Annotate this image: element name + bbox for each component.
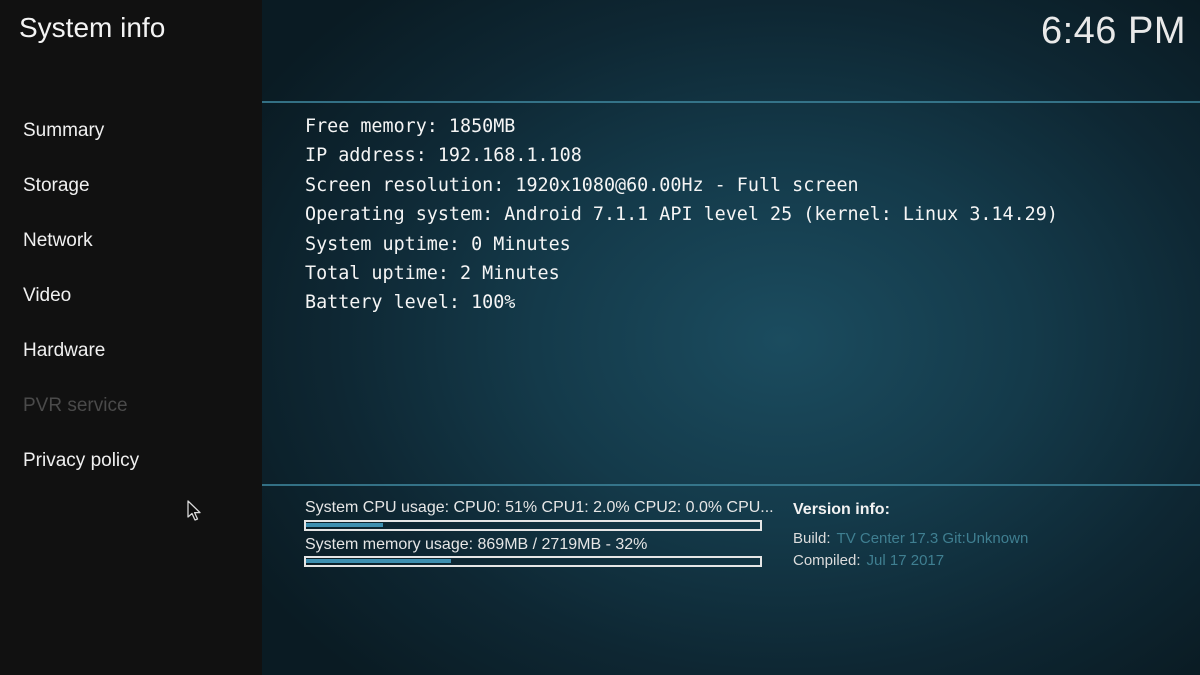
clock: 6:46 PM [1040,10,1186,52]
build-row: Build: TV Center 17.3 Git:Unknown [793,530,1028,547]
mouse-pointer-icon [187,500,201,521]
sidebar [0,0,262,675]
cpu-usage-label: System CPU usage: CPU0: 51% CPU1: 2.0% C… [305,499,774,516]
sidebar-item-pvr-service: PVR service [23,395,128,416]
build-label: Build: [793,530,831,547]
compiled-value: Jul 17 2017 [866,552,945,569]
memory-usage-label: System memory usage: 869MB / 2719MB - 32… [305,536,648,553]
sidebar-item-summary[interactable]: Summary [23,120,104,142]
sidebar-item-network[interactable]: Network [23,230,93,252]
sidebar-item-privacy-policy[interactable]: Privacy policy [23,450,139,472]
operating-system-line: Operating system: Android 7.1.1 API leve… [305,204,1058,226]
sidebar-item-video[interactable]: Video [23,285,71,307]
bottom-divider [262,484,1200,486]
sidebar-item-hardware[interactable]: Hardware [23,340,105,362]
summary-info-list: Free memory: 1850MB IP address: 192.168.… [305,112,1058,318]
memory-usage-bar-fill [306,559,452,563]
free-memory-line: Free memory: 1850MB [305,116,516,137]
top-divider [262,101,1200,103]
cpu-usage-bar [304,520,762,531]
page-title: System info [19,12,166,43]
screen-resolution-line: Screen resolution: 1920x1080@60.00Hz - F… [305,174,859,196]
system-uptime-line: System uptime: 0 Minutes [305,233,571,255]
compiled-label: Compiled: [793,552,861,569]
cpu-usage-bar-fill [306,523,384,527]
build-value: TV Center 17.3 Git:Unknown [836,530,1029,547]
sidebar-item-storage[interactable]: Storage [23,175,90,197]
memory-usage-bar [304,556,762,567]
battery-level-line: Battery level: 100% [305,292,516,314]
compiled-row: Compiled: Jul 17 2017 [793,552,944,569]
total-uptime-line: Total uptime: 2 Minutes [305,263,560,285]
version-info-title: Version info: [793,501,890,518]
ip-address-line: IP address: 192.168.1.108 [305,145,582,167]
